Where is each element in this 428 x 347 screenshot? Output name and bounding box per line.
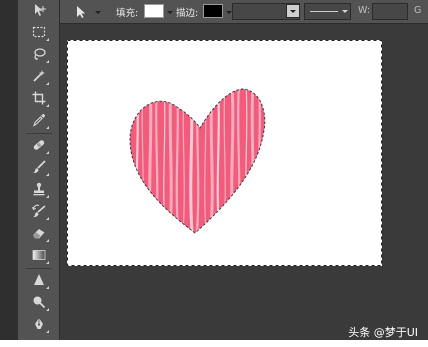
eraser-tool[interactable] bbox=[29, 223, 49, 243]
brush-icon bbox=[33, 160, 46, 174]
heart-stripe bbox=[209, 89, 214, 233]
tool-preset-picker[interactable] bbox=[74, 5, 88, 22]
lasso-icon bbox=[34, 48, 46, 60]
eyedropper-tool[interactable] bbox=[29, 110, 49, 130]
fill-dropdown-icon[interactable] bbox=[167, 11, 173, 14]
pen-tool[interactable] bbox=[29, 314, 49, 334]
photoshop-window: 填充: 描边: W: G bbox=[0, 0, 428, 340]
move-icon bbox=[35, 4, 46, 16]
magic-wand-tool[interactable] bbox=[29, 66, 49, 86]
stroke-type-dropdown[interactable] bbox=[304, 3, 351, 20]
heart-stripe bbox=[257, 89, 262, 233]
stroke-label: 描边: bbox=[176, 8, 199, 19]
history-brush-icon bbox=[32, 204, 46, 218]
fill-color-swatch[interactable] bbox=[144, 4, 164, 18]
heart-stripe bbox=[168, 89, 173, 233]
stroke-line-preview bbox=[310, 11, 338, 12]
pen-icon bbox=[35, 318, 43, 329]
magic-wand-icon bbox=[33, 70, 45, 82]
document-canvas[interactable] bbox=[67, 40, 382, 266]
gradient-tool[interactable] bbox=[29, 245, 49, 265]
clone-stamp-tool[interactable] bbox=[29, 179, 49, 199]
bandage-icon bbox=[33, 140, 45, 150]
options-bar: 填充: 描边: W: G bbox=[60, 0, 428, 24]
heart-stripe bbox=[148, 89, 153, 233]
move-tool[interactable] bbox=[29, 0, 49, 20]
fill-label: 填充: bbox=[116, 8, 139, 19]
width-label: W: bbox=[358, 5, 371, 16]
crop-tool[interactable] bbox=[29, 88, 49, 108]
history-brush-tool[interactable] bbox=[29, 201, 49, 221]
gradient-icon bbox=[32, 250, 46, 260]
dodge-tool[interactable] bbox=[29, 292, 49, 312]
eraser-icon bbox=[33, 229, 45, 239]
marquee-tool[interactable] bbox=[29, 22, 49, 42]
width-field[interactable] bbox=[372, 3, 408, 20]
heart-stripe bbox=[230, 89, 235, 233]
chevron-down-icon bbox=[290, 10, 296, 13]
chevron-down-icon bbox=[342, 10, 348, 13]
stamp-icon bbox=[33, 182, 45, 196]
chevron-down-icon[interactable] bbox=[95, 11, 101, 14]
stroke-width-dropdown[interactable] bbox=[286, 4, 300, 18]
tools-panel bbox=[18, 0, 60, 340]
healing-brush-tool[interactable] bbox=[29, 135, 49, 155]
dodge-icon bbox=[33, 296, 46, 309]
eyedropper-icon bbox=[33, 113, 46, 127]
link-label: G bbox=[414, 5, 422, 16]
blur-tool[interactable] bbox=[29, 270, 49, 290]
watermark: 头条 @梦于UI bbox=[348, 326, 418, 339]
rect-marquee-icon bbox=[32, 26, 46, 38]
panel-collapse-strip bbox=[0, 0, 18, 340]
path-select-arrow-icon bbox=[77, 6, 86, 18]
blur-icon bbox=[34, 274, 44, 285]
brush-tool[interactable] bbox=[29, 157, 49, 177]
crop-icon bbox=[32, 91, 46, 105]
stroke-color-swatch[interactable] bbox=[203, 4, 223, 18]
lasso-tool[interactable] bbox=[29, 44, 49, 64]
heart-stripe bbox=[250, 89, 255, 233]
heart-shape[interactable] bbox=[67, 40, 382, 266]
heart-stripe bbox=[189, 89, 194, 233]
